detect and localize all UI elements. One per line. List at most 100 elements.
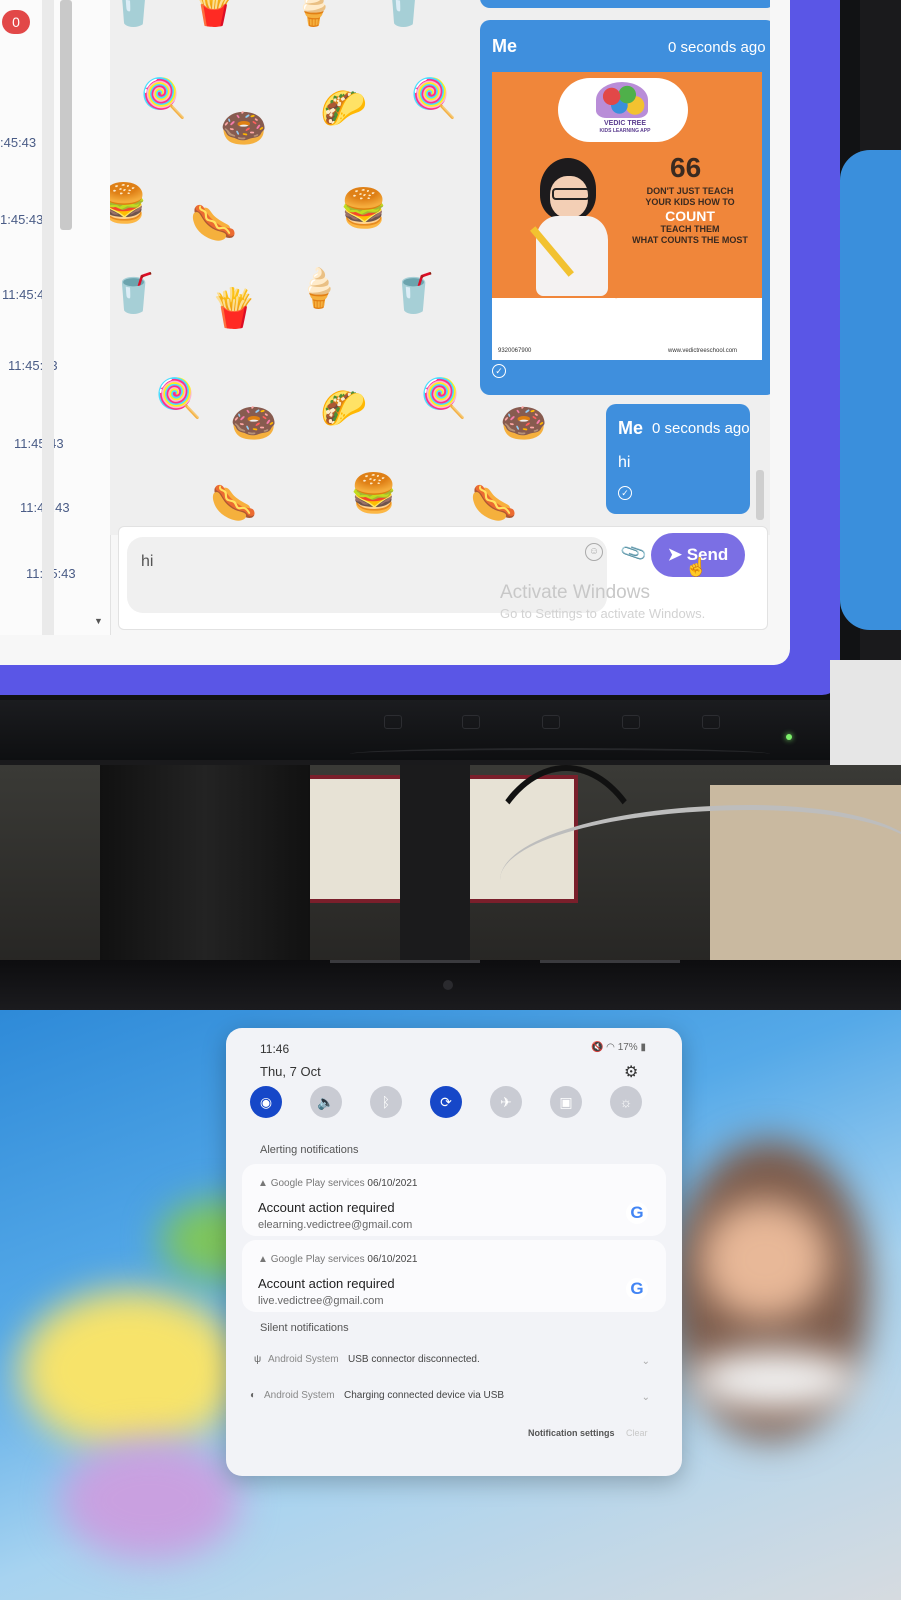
silent-notification-text: Charging connected device via USB	[344, 1390, 505, 1401]
message-sender: Me	[618, 418, 644, 438]
contact-list-scrollbar[interactable]	[42, 0, 54, 635]
quote-line: YOUR KIDS HOW TO	[645, 196, 735, 207]
tablet-camera-icon	[443, 980, 453, 990]
poster-logo-subtext: KIDS LEARNING APP	[599, 128, 651, 134]
mute-icon: 🔇	[590, 1042, 604, 1053]
qs-auto-rotate-icon[interactable]: ⟳	[430, 1086, 462, 1118]
attachment-paperclip-icon[interactable]: 📎	[619, 539, 649, 568]
chevron-down-icon[interactable]: ⌄	[642, 1392, 650, 1403]
alert-triangle-icon: ▲	[258, 1178, 268, 1189]
tablet-bezel-seam	[540, 960, 680, 963]
monitor-stand	[100, 765, 310, 965]
activate-windows-watermark: Activate Windows	[500, 582, 650, 603]
doodle-donut-icon: 🍩	[230, 403, 278, 445]
silent-notification-app: Android System	[264, 1390, 335, 1401]
monitor-button-input-icon	[384, 715, 402, 729]
notification-card[interactable]: ▲ Google Play services 06/10/2021 Accoun…	[242, 1240, 666, 1312]
quote-mark-icon: 66	[670, 152, 702, 183]
contact-timestamp: 11:45:43	[14, 436, 64, 451]
message-time: 0 seconds ago	[652, 420, 750, 437]
status-time: 11:46	[260, 1042, 290, 1056]
desk-background	[0, 765, 901, 965]
vedic-tree-logo-icon	[596, 82, 648, 118]
silent-notification[interactable]: ◐ Android System Charging connected devi…	[242, 1384, 666, 1416]
tablet-bezel	[0, 960, 901, 1010]
status-date: Thu, 7 Oct	[260, 1064, 321, 1079]
qs-airplane-icon[interactable]: ✈	[490, 1086, 522, 1118]
delivered-check-icon: ✓	[618, 486, 632, 500]
wallpaper-blob	[20, 1290, 240, 1450]
status-icons: 🔇 ◠ 17% ▮	[591, 1042, 646, 1053]
notification-shade: 11:46 🔇 ◠ 17% ▮ Thu, 7 Oct ⚙ ◉ 🔈 ᛒ ⟳ ✈ ▣…	[226, 1028, 682, 1476]
emoji-icon[interactable]: ☺	[585, 543, 603, 561]
doodle-taco-icon: 🌮	[320, 388, 368, 430]
send-plane-icon: ➤	[667, 545, 682, 564]
activate-windows-subtext: Go to Settings to activate Windows.	[500, 606, 706, 621]
notification-app-name: Google Play services	[270, 1178, 365, 1189]
doodle-donut-icon: 🍩	[500, 403, 548, 445]
poster-footer: 9320067900 www.vedictreeschool.com	[492, 342, 762, 360]
doodle-popsicle-icon: 🍭	[140, 78, 188, 120]
poster-logo: VEDIC TREE KIDS LEARNING APP	[580, 120, 670, 134]
background-wall-decoration	[840, 150, 901, 630]
chat-app-window: 0 :45:43 1:45:43 11:45:43 11:45:43 11:45…	[0, 0, 790, 665]
clear-button[interactable]: Clear	[626, 1428, 648, 1438]
settings-gear-icon[interactable]: ⚙	[624, 1062, 638, 1082]
monitor-power-icon	[702, 715, 720, 729]
poster-clouds	[492, 298, 762, 348]
message-bubble-image[interactable]: Me 0 seconds ago VEDIC TREE KIDS LEARNIN…	[480, 20, 770, 395]
doodle-burger-icon: 🍔	[110, 183, 148, 225]
wifi-status-icon: ◠	[606, 1042, 615, 1053]
message-image-poster[interactable]: VEDIC TREE KIDS LEARNING APP 66 DON'T JU…	[492, 72, 762, 360]
chat-messages-area[interactable]: 🥤 🍟 🍦 🥤 🍭 🍩 🌮 🍭 🍔 🌭 🍔 🥤 🍟 🍦 🥤 🍭 🍩 🌮 🍭 🍩 …	[110, 0, 770, 535]
alerting-notifications-header: Alerting notifications	[260, 1144, 359, 1156]
quote-line: DON'T JUST TEACH	[646, 186, 734, 196]
contact-list-scroll-thumb[interactable]	[60, 0, 72, 230]
doodle-drink-icon: 🥤	[380, 0, 428, 28]
silent-notification-text: USB connector disconnected.	[348, 1354, 480, 1365]
qs-flashlight-icon[interactable]: ▣	[550, 1086, 582, 1118]
notification-date: 06/10/2021	[367, 1178, 418, 1189]
notification-subtitle: live.vedictree@gmail.com	[258, 1295, 384, 1307]
doodle-burger-icon: 🍔	[350, 473, 398, 515]
monitor-button-back-icon	[622, 715, 640, 729]
poster-website: www.vedictreeschool.com	[668, 348, 738, 354]
delivered-check-icon: ✓	[492, 364, 506, 378]
chevron-down-icon[interactable]: ⌄	[642, 1356, 650, 1367]
google-g-icon: G	[626, 1202, 648, 1224]
doodle-hotdog-icon: 🌭	[470, 483, 518, 525]
contact-list[interactable]: 0 :45:43 1:45:43 11:45:43 11:45:43 11:45…	[0, 0, 111, 635]
qs-brightness-icon[interactable]: ☼	[610, 1086, 642, 1118]
notification-app: ▲ Google Play services 06/10/2021	[258, 1254, 417, 1265]
notification-app-name: Google Play services	[270, 1254, 365, 1265]
tablet-bezel-seam	[330, 960, 480, 963]
android-system-icon: ◐	[250, 1390, 257, 1401]
previous-message-bubble[interactable]	[480, 0, 770, 8]
poster-logo-text: VEDIC TREE	[603, 120, 646, 127]
alert-triangle-icon: ▲	[258, 1254, 268, 1265]
battery-level: 17%	[617, 1042, 638, 1053]
power-led-icon	[786, 734, 792, 740]
notification-app: ▲ Google Play services 06/10/2021	[258, 1178, 417, 1189]
poster-girl-illustration	[528, 158, 624, 298]
doodle-drink-icon: 🥤	[110, 273, 158, 315]
message-time: 0 seconds ago	[668, 39, 766, 56]
qs-sound-icon[interactable]: 🔈	[310, 1086, 342, 1118]
notification-date: 06/10/2021	[367, 1254, 418, 1265]
scroll-down-arrow-icon[interactable]: ▼	[94, 616, 103, 626]
message-sender: Me	[492, 36, 518, 56]
battery-icon: ▮	[640, 1042, 646, 1053]
message-text: hi	[618, 454, 631, 471]
notification-settings-button[interactable]: Notification settings	[528, 1428, 615, 1438]
qs-wifi-icon[interactable]: ◉	[250, 1086, 282, 1118]
doodle-fries-icon: 🍟	[210, 288, 258, 330]
silent-notification[interactable]: ψ Android System USB connector disconnec…	[242, 1348, 666, 1380]
message-bubble-text[interactable]: Me 0 seconds ago hi ✓	[606, 404, 750, 514]
qs-bluetooth-icon[interactable]: ᛒ	[370, 1086, 402, 1118]
wallpaper-face-blur	[700, 1200, 830, 1320]
notification-card[interactable]: ▲ Google Play services 06/10/2021 Accoun…	[242, 1164, 666, 1236]
chat-scrollbar[interactable]	[756, 470, 764, 520]
quote-line: TEACH THEM	[660, 224, 720, 235]
poster-phone: 9320067900	[498, 348, 532, 354]
monitor-button-brightness-icon	[542, 715, 560, 729]
